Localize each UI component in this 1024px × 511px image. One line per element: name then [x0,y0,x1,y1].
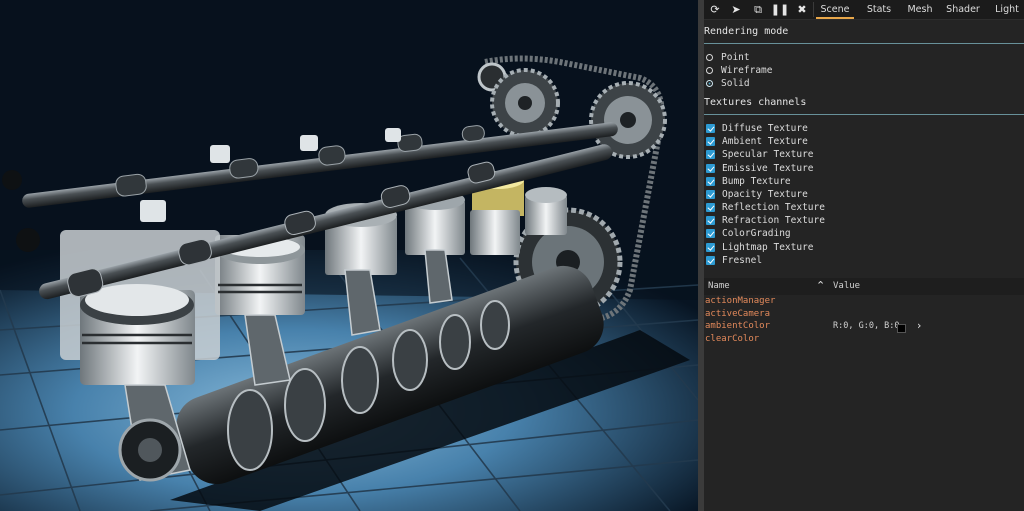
close-icon[interactable]: ✖ [791,0,813,19]
checkbox[interactable] [706,150,715,159]
tab-mesh[interactable]: Mesh [903,0,937,19]
texture-item-diffuse[interactable]: Diffuse Texture [706,122,808,135]
radio-label: Point [721,52,750,63]
property-name: clearColor [705,334,760,344]
radio-button[interactable] [706,54,713,61]
texture-item-specular[interactable]: Specular Texture [706,148,814,161]
table-row[interactable]: activeCamera [704,309,1024,321]
pause-icon[interactable]: ❚❚ [769,0,791,19]
texture-item-reflection[interactable]: Reflection Texture [706,201,825,214]
tab-scene[interactable]: Scene [816,0,854,19]
radio-label: Solid [721,78,750,89]
pointer-icon[interactable]: ➤ [725,0,747,19]
property-name: actionManager [705,296,776,306]
rendering-mode-title: Rendering mode [704,26,789,37]
texture-item-ambient[interactable]: Ambient Texture [706,135,808,148]
texture-item-opacity[interactable]: Opacity Texture [706,188,808,201]
radio-button-selected[interactable] [706,80,713,87]
toolbar-divider [813,2,814,17]
color-swatch[interactable] [897,324,906,333]
inspector-toolbar: ⟳ ➤ ⧉ ❚❚ ✖ Scene Stats Mesh Shader Light [704,0,1024,20]
scene-viewport[interactable] [0,0,698,511]
checkbox[interactable] [706,164,715,173]
radio-label: Wireframe [721,65,773,76]
checkbox-label: Refraction Texture [722,215,825,226]
checkbox-label: Emissive Texture [722,163,814,174]
checkbox[interactable] [706,216,715,225]
checkbox-label: Fresnel [722,255,763,266]
rendering-option-wireframe[interactable]: Wireframe [706,64,772,77]
checkbox-label: Lightmap Texture [722,242,814,253]
checkbox-label: Opacity Texture [722,189,808,200]
checkbox-label: Ambient Texture [722,136,808,147]
checkbox[interactable] [706,229,715,238]
rendering-option-point[interactable]: Point [706,51,750,64]
value-column-header[interactable]: Value [833,281,860,291]
checkbox[interactable] [706,256,715,265]
properties-header: Name ⌃ Value [704,278,1024,295]
texture-item-lightmap[interactable]: Lightmap Texture [706,241,814,254]
checkbox-label: Bump Texture [722,176,791,187]
table-row[interactable]: actionManager [704,296,1024,308]
texture-item-emissive[interactable]: Emissive Texture [706,162,814,175]
tab-light[interactable]: Light [990,0,1024,19]
texture-item-colorgrading[interactable]: ColorGrading [706,227,791,240]
section-divider [704,43,1024,44]
sort-chevron-up-icon[interactable]: ⌃ [816,279,825,292]
checkbox-label: Diffuse Texture [722,123,808,134]
checkbox[interactable] [706,190,715,199]
chevron-right-icon[interactable]: › [917,319,921,332]
checkbox-label: ColorGrading [722,228,791,239]
name-column-header[interactable]: Name [708,281,730,291]
engine-render [0,0,698,511]
table-row[interactable]: ambientColor R:0, G:0, B:0 › [704,319,1024,333]
texture-item-fresnel[interactable]: Fresnel [706,254,762,267]
checkbox-label: Reflection Texture [722,202,825,213]
rendering-option-solid[interactable]: Solid [706,77,750,90]
checkbox[interactable] [706,124,715,133]
tab-stats[interactable]: Stats [860,0,898,19]
textures-channels-title: Textures channels [704,97,807,108]
checkbox[interactable] [706,177,715,186]
radio-button[interactable] [706,67,713,74]
inspector-panel: ⟳ ➤ ⧉ ❚❚ ✖ Scene Stats Mesh Shader Light… [704,0,1024,511]
table-row[interactable]: clearColor [704,334,1024,346]
property-name: ambientColor [705,321,771,331]
popout-icon[interactable]: ⧉ [747,0,769,19]
refresh-icon[interactable]: ⟳ [704,0,726,19]
checkbox[interactable] [706,137,715,146]
section-divider [704,114,1024,115]
texture-item-refraction[interactable]: Refraction Texture [706,214,825,227]
checkbox[interactable] [706,243,715,252]
checkbox[interactable] [706,203,715,212]
checkbox-label: Specular Texture [722,149,814,160]
property-value: R:0, G:0, B:0 [833,321,900,331]
tab-shader[interactable]: Shader [943,0,983,19]
texture-item-bump[interactable]: Bump Texture [706,175,791,188]
property-name: activeCamera [705,309,771,319]
